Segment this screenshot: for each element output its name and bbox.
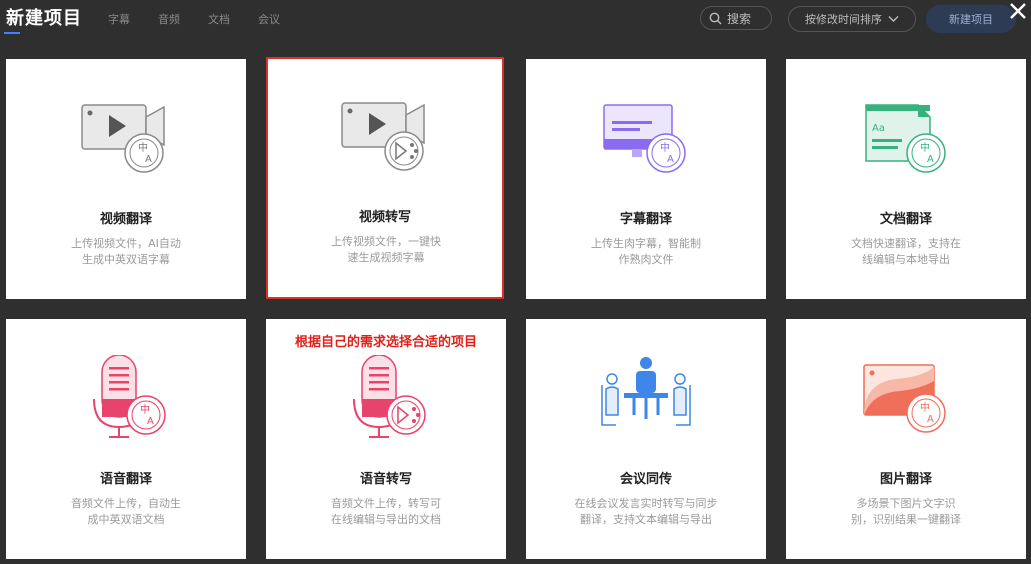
close-icon[interactable] — [1007, 0, 1029, 22]
card-title: 视频转写 — [358, 210, 411, 225]
svg-text:A: A — [927, 414, 934, 425]
card-meeting-interpretation[interactable]: 会议同传 在线会议发言实时转写与同步 翻译，支持文本编辑与导出 — [526, 319, 766, 559]
meeting-icon — [601, 357, 691, 426]
card-audio-translate[interactable]: 中 A 语音翻译 音频文件上传，自动生 成中英双语文档 — [6, 319, 246, 559]
card-subtitle-translate[interactable]: 中 A 字幕翻译 上传生肉字幕，智能制 作熟肉文件 — [526, 59, 766, 299]
card-description: 在线会议发言实时转写与同步 翻译，支持文本编辑与导出 — [574, 497, 718, 526]
search-icon — [709, 12, 722, 24]
card-title: 语音翻译 — [99, 472, 152, 487]
card-title: 文档翻译 — [879, 212, 932, 227]
tab-document[interactable]: 文档 — [208, 11, 230, 27]
card-title: 图片翻译 — [879, 472, 932, 487]
svg-text:中: 中 — [138, 141, 148, 154]
svg-text:中: 中 — [660, 141, 670, 154]
video-translate-icon: 中 A — [81, 104, 165, 173]
top-bar: 新建项目 字幕 音频 文档 会议 搜索 按修改时间排序 新建项目 — [0, 0, 1031, 40]
annotation-text: 根据自己的需求选择合适的项目 — [294, 335, 477, 350]
search-label: 搜索 — [727, 11, 752, 26]
svg-text:中: 中 — [140, 403, 150, 416]
video-transcribe-icon — [341, 102, 425, 171]
svg-text:中: 中 — [920, 401, 930, 414]
card-description: 音频文件上传，自动生 成中英双语文档 — [71, 497, 181, 526]
card-description: 上传视频文件，一键快 速生成视频字幕 — [331, 235, 441, 264]
tab-subtitle[interactable]: 字幕 — [108, 11, 130, 27]
card-title: 会议同传 — [619, 472, 672, 487]
card-description: 文档快速翻译，支持在 线编辑与本地导出 — [851, 237, 961, 266]
subtitle-translate-icon: 中 A — [603, 104, 686, 173]
card-document-translate[interactable]: Aa 中 A 文档翻译 文档快速翻译，支持在 线编辑与本地导出 — [786, 59, 1026, 299]
svg-text:Aa: Aa — [872, 123, 885, 134]
svg-text:A: A — [927, 154, 934, 165]
svg-text:中: 中 — [920, 141, 930, 154]
card-title: 字幕翻译 — [619, 212, 672, 227]
card-title: 视频翻译 — [99, 212, 152, 227]
card-audio-transcribe[interactable]: 语音转写 音频文件上传，转写可 在线编辑与导出的文档 — [266, 319, 506, 559]
search-button[interactable]: 搜索 — [700, 6, 772, 30]
card-title: 语音转写 — [359, 472, 412, 487]
new-project-button[interactable]: 新建项目 — [926, 5, 1016, 33]
card-image-translate[interactable]: 中 A 图片翻译 多场景下图片文字识 别，识别结果一键翻译 — [786, 319, 1026, 559]
sort-dropdown[interactable]: 按修改时间排序 — [788, 6, 916, 32]
page-title: 新建项目 — [6, 8, 82, 29]
card-description: 音频文件上传，转写可 在线编辑与导出的文档 — [331, 497, 441, 526]
card-video-transcribe[interactable]: 视频转写 上传视频文件，一键快 速生成视频字幕 — [266, 57, 504, 299]
image-translate-icon: 中 A — [863, 364, 946, 433]
card-video-translate[interactable]: 中 A 视频翻译 上传视频文件，AI自动 生成中英双语字幕 — [6, 59, 246, 299]
document-translate-icon: Aa 中 A — [865, 104, 946, 173]
tab-audio[interactable]: 音频 — [158, 11, 180, 27]
chevron-down-icon — [888, 16, 899, 22]
svg-text:A: A — [667, 154, 674, 165]
card-description: 上传视频文件，AI自动 生成中英双语字幕 — [71, 237, 181, 266]
audio-transcribe-icon — [353, 355, 426, 438]
title-underline — [4, 32, 20, 34]
audio-translate-icon: 中 A — [93, 355, 166, 438]
tab-meeting[interactable]: 会议 — [258, 11, 280, 27]
category-tabs: 字幕 音频 文档 会议 — [108, 11, 280, 27]
svg-text:A: A — [145, 154, 152, 165]
sort-label: 按修改时间排序 — [805, 13, 882, 26]
card-description: 上传生肉字幕，智能制 作熟肉文件 — [591, 237, 701, 266]
card-description: 多场景下图片文字识 别，识别结果一键翻译 — [851, 497, 961, 526]
svg-text:A: A — [147, 416, 154, 427]
